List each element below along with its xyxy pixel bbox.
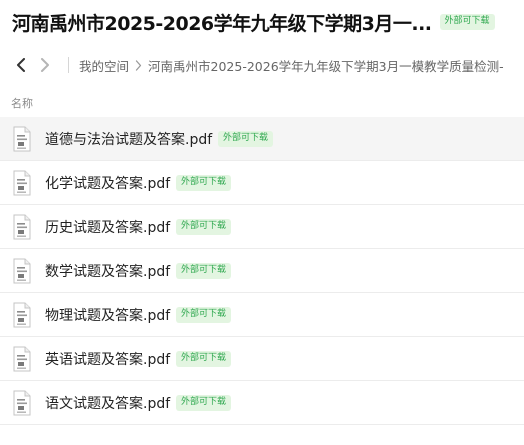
pdf-file-icon (12, 346, 32, 372)
pdf-file-icon (12, 258, 32, 284)
file-row[interactable]: 数学试题及答案.pdf 外部可下载 (0, 249, 524, 293)
pdf-file-icon (12, 214, 32, 240)
file-row[interactable]: 英语试题及答案.pdf 外部可下载 (0, 337, 524, 381)
file-name: 英语试题及答案.pdf (45, 351, 171, 368)
file-row[interactable]: 语文试题及答案.pdf 外部可下载 (0, 381, 524, 425)
file-name: 语文试题及答案.pdf (45, 395, 171, 412)
page-title: 河南禹州市2025-2026学年九年级下学期3月一... (12, 12, 432, 35)
breadcrumb-my-space[interactable]: 我的空间 (79, 56, 129, 75)
external-download-badge: 外部可下载 (176, 262, 232, 279)
file-row[interactable]: 历史试题及答案.pdf 外部可下载 (0, 205, 524, 249)
breadcrumb-separator-icon (135, 59, 142, 71)
external-download-badge: 外部可下载 (218, 130, 274, 147)
file-name: 物理试题及答案.pdf (45, 307, 171, 324)
pdf-file-icon (12, 390, 32, 416)
external-download-badge: 外部可下载 (176, 306, 232, 323)
file-name: 化学试题及答案.pdf (45, 175, 171, 192)
file-row[interactable]: 物理试题及答案.pdf 外部可下载 (0, 293, 524, 337)
forward-button[interactable] (34, 54, 56, 76)
pdf-file-icon (12, 302, 32, 328)
column-header-name[interactable]: 名称 (11, 95, 33, 111)
external-download-badge: 外部可下载 (176, 218, 232, 235)
page-header: 河南禹州市2025-2026学年九年级下学期3月一... 外部可下载 (0, 0, 524, 44)
external-download-badge: 外部可下载 (176, 350, 232, 367)
external-download-badge: 外部可下载 (439, 14, 495, 30)
navigation-bar: 我的空间 河南禹州市2025-2026学年九年级下学期3月一模教学质量检测- (0, 50, 524, 80)
chevron-left-icon (17, 58, 25, 72)
breadcrumb-current-folder[interactable]: 河南禹州市2025-2026学年九年级下学期3月一模教学质量检测- (148, 56, 504, 75)
back-button[interactable] (10, 54, 32, 76)
pdf-file-icon (12, 170, 32, 196)
file-name: 道德与法治试题及答案.pdf (45, 131, 213, 148)
file-row[interactable]: 道德与法治试题及答案.pdf 外部可下载 (0, 117, 524, 161)
file-row[interactable]: 化学试题及答案.pdf 外部可下载 (0, 161, 524, 205)
pdf-file-icon (12, 126, 32, 152)
file-name: 历史试题及答案.pdf (45, 219, 171, 236)
file-name: 数学试题及答案.pdf (45, 263, 171, 280)
external-download-badge: 外部可下载 (176, 174, 232, 191)
chevron-right-icon (41, 58, 49, 72)
file-list: 道德与法治试题及答案.pdf 外部可下载 化学试题及答案.pdf 外部可下载 历史试题及… (0, 117, 524, 425)
external-download-badge: 外部可下载 (176, 394, 232, 411)
nav-divider (68, 57, 69, 73)
